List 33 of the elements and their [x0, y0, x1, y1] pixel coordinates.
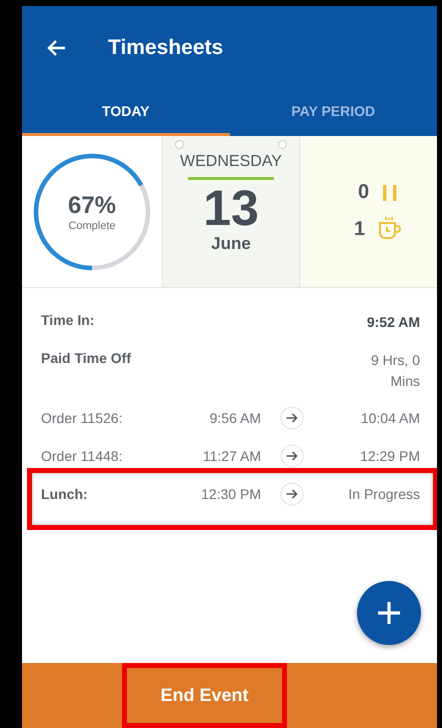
weekday: WEDNESDAY — [180, 153, 282, 171]
entry-label: Time In: — [41, 312, 94, 328]
entry-value: 9 Hrs, 0 Mins — [370, 351, 420, 391]
start-time: 9:56 AM — [208, 410, 261, 426]
entry-label: Lunch: — [41, 486, 89, 502]
coffee-cup-icon — [377, 216, 404, 242]
add-button[interactable] — [357, 581, 421, 645]
count: 0 — [358, 181, 370, 204]
start-time: 11:27 AM — [202, 448, 261, 464]
end-time: 10:04 AM — [360, 410, 420, 426]
entry-label: Paid Time Off — [41, 350, 131, 366]
binder-hole — [278, 140, 287, 149]
entry-label: Order 11526: — [41, 410, 124, 426]
arrow-circle-icon — [280, 444, 304, 468]
percent-complete: 67% — [68, 192, 116, 220]
start-time: 12:30 PM — [200, 486, 261, 502]
month: June — [211, 234, 251, 254]
arrow-circle-icon — [280, 406, 304, 430]
day-number: 13 — [203, 182, 259, 234]
back-arrow-icon[interactable] — [46, 39, 66, 57]
end-event-button[interactable]: End Event — [122, 663, 287, 728]
end-time: In Progress — [347, 486, 420, 502]
count: 1 — [354, 218, 366, 240]
arrow-circle-icon — [280, 482, 304, 506]
complete-caption: Complete — [68, 220, 116, 232]
pause-icon — [381, 182, 400, 202]
tab[interactable]: PAY PERIOD — [230, 90, 437, 136]
plus-icon — [376, 600, 402, 626]
end-time: 12:29 PM — [359, 448, 420, 464]
screen-title: Timesheets — [108, 36, 224, 60]
binder-hole — [175, 140, 184, 149]
entry-value: 9:52 AM — [366, 313, 420, 332]
entry-label: Order 11448: — [41, 448, 124, 464]
